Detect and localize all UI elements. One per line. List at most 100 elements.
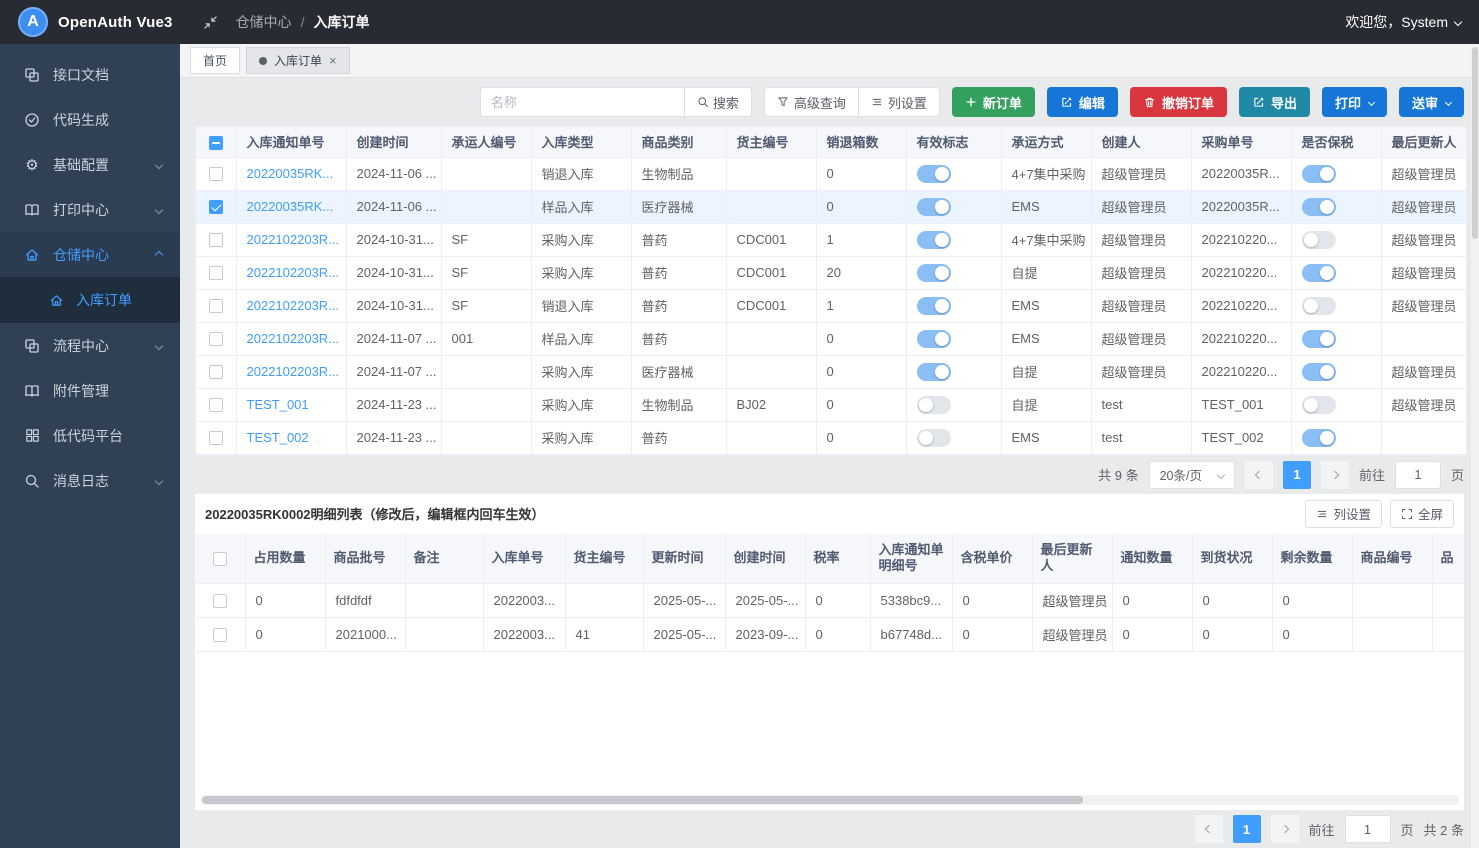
cell-remark bbox=[405, 618, 483, 652]
fullscreen-button[interactable]: 全屏 bbox=[1390, 500, 1454, 528]
cell-notice_no: 2022102203R... bbox=[236, 256, 346, 289]
sidebar-item-api-docs[interactable]: 接口文档 bbox=[0, 52, 180, 97]
search-input[interactable] bbox=[480, 87, 685, 117]
next-page-button[interactable] bbox=[1321, 461, 1349, 489]
grid-icon bbox=[22, 428, 42, 443]
sidebar-item-label: 仓储中心 bbox=[53, 245, 109, 265]
edit-button[interactable]: 编辑 bbox=[1047, 87, 1118, 117]
cell-notice_no: 20220035RK... bbox=[236, 157, 346, 190]
collapse-sidebar-icon[interactable] bbox=[203, 15, 218, 30]
prev-page-button[interactable] bbox=[1245, 461, 1273, 489]
order-number-link[interactable]: 20220035RK... bbox=[247, 199, 334, 214]
order-number-link[interactable]: 20220035RK... bbox=[247, 166, 334, 181]
chevron-down-icon bbox=[155, 160, 163, 168]
search-icon bbox=[22, 473, 42, 489]
print-dropdown-button[interactable]: 打印 bbox=[1322, 87, 1387, 117]
sidebar-item-message-log[interactable]: 消息日志 bbox=[0, 458, 180, 503]
bonded-toggle[interactable] bbox=[1302, 198, 1336, 216]
select-all-checkbox[interactable] bbox=[209, 136, 223, 150]
search-button[interactable]: 搜索 bbox=[684, 87, 752, 117]
approve-dropdown-button[interactable]: 送审 bbox=[1399, 87, 1464, 117]
row-checkbox[interactable] bbox=[209, 365, 223, 379]
valid-toggle[interactable] bbox=[917, 396, 951, 414]
bonded-toggle[interactable] bbox=[1302, 297, 1336, 315]
bonded-toggle[interactable] bbox=[1302, 165, 1336, 183]
detail-pagination: 1 前往 页 共 2 条 bbox=[180, 810, 1479, 848]
bonded-toggle[interactable] bbox=[1302, 330, 1336, 348]
bonded-toggle[interactable] bbox=[1302, 264, 1336, 282]
page-number-button[interactable]: 1 bbox=[1283, 461, 1311, 489]
cell-owner_no: CDC001 bbox=[726, 223, 816, 256]
detail-goto-page-input[interactable] bbox=[1345, 815, 1391, 843]
book-icon bbox=[22, 202, 42, 218]
sidebar-item-inbound-orders[interactable]: 入库订单 bbox=[0, 277, 180, 323]
cell-bonded bbox=[1291, 322, 1381, 355]
column-header: 承运人编号 bbox=[441, 127, 531, 157]
breadcrumb-parent[interactable]: 仓储中心 bbox=[236, 12, 292, 32]
sidebar-item-attachments[interactable]: 附件管理 bbox=[0, 368, 180, 413]
filter-group: 高级查询 列设置 bbox=[764, 87, 940, 117]
row-checkbox[interactable] bbox=[213, 594, 227, 608]
order-number-link[interactable]: TEST_002 bbox=[247, 430, 309, 445]
close-icon[interactable]: × bbox=[329, 54, 337, 67]
bonded-toggle[interactable] bbox=[1302, 396, 1336, 414]
sidebar-item-code-gen[interactable]: 代码生成 bbox=[0, 97, 180, 142]
valid-toggle[interactable] bbox=[917, 429, 951, 447]
vertical-scrollbar-thumb[interactable] bbox=[1472, 47, 1478, 239]
cell-creator: 超级管理员 bbox=[1091, 289, 1191, 322]
row-checkbox[interactable] bbox=[209, 332, 223, 346]
row-checkbox[interactable] bbox=[209, 233, 223, 247]
cell-valid bbox=[906, 190, 1001, 223]
bonded-toggle[interactable] bbox=[1302, 429, 1336, 447]
row-checkbox[interactable] bbox=[209, 200, 223, 214]
bonded-toggle[interactable] bbox=[1302, 231, 1336, 249]
order-number-link[interactable]: 2022102203R... bbox=[247, 265, 340, 280]
sidebar-item-lowcode[interactable]: 低代码平台 bbox=[0, 413, 180, 458]
tab-inbound-orders[interactable]: 入库订单 × bbox=[246, 47, 350, 74]
cell-batch_no: fdfdfdf bbox=[325, 584, 405, 618]
bonded-toggle[interactable] bbox=[1302, 363, 1336, 381]
chevron-right-icon bbox=[1331, 470, 1339, 478]
sidebar-item-base-config[interactable]: ⚙ 基础配置 bbox=[0, 142, 180, 187]
column-settings-button[interactable]: 列设置 bbox=[858, 87, 940, 117]
cell-category: 普药 bbox=[631, 256, 726, 289]
select-all-checkbox[interactable] bbox=[213, 552, 227, 566]
valid-toggle[interactable] bbox=[917, 363, 951, 381]
sidebar-item-warehouse-center[interactable]: 仓储中心 bbox=[0, 232, 180, 277]
row-checkbox[interactable] bbox=[209, 431, 223, 445]
row-checkbox[interactable] bbox=[209, 167, 223, 181]
row-checkbox[interactable] bbox=[213, 628, 227, 642]
valid-toggle[interactable] bbox=[917, 231, 951, 249]
detail-next-page-button[interactable] bbox=[1271, 815, 1299, 843]
page-size-select[interactable]: 20条/页 bbox=[1149, 461, 1235, 489]
new-order-button[interactable]: 新订单 bbox=[952, 87, 1035, 117]
valid-toggle[interactable] bbox=[917, 330, 951, 348]
cell-product_name bbox=[1432, 618, 1464, 652]
order-number-link[interactable]: TEST_001 bbox=[247, 397, 309, 412]
row-checkbox[interactable] bbox=[209, 299, 223, 313]
goto-page-input[interactable] bbox=[1395, 461, 1441, 489]
chevron-down-icon bbox=[1217, 470, 1225, 478]
order-number-link[interactable]: 2022102203R... bbox=[247, 232, 340, 247]
row-checkbox[interactable] bbox=[209, 266, 223, 280]
order-number-link[interactable]: 2022102203R... bbox=[247, 331, 340, 346]
valid-toggle[interactable] bbox=[917, 198, 951, 216]
order-number-link[interactable]: 2022102203R... bbox=[247, 364, 340, 379]
cell-inbound_type: 样品入库 bbox=[531, 190, 631, 223]
row-checkbox[interactable] bbox=[209, 398, 223, 412]
horizontal-scrollbar-thumb[interactable] bbox=[202, 796, 1083, 804]
order-number-link[interactable]: 2022102203R... bbox=[247, 298, 340, 313]
valid-toggle[interactable] bbox=[917, 165, 951, 183]
tab-home[interactable]: 首页 bbox=[190, 47, 240, 74]
export-button[interactable]: 导出 bbox=[1239, 87, 1310, 117]
sidebar-item-print-center[interactable]: 打印中心 bbox=[0, 187, 180, 232]
sidebar-item-flow-center[interactable]: 流程中心 bbox=[0, 323, 180, 368]
detail-page-number-button[interactable]: 1 bbox=[1233, 815, 1261, 843]
advanced-query-button[interactable]: 高级查询 bbox=[764, 87, 859, 117]
detail-column-settings-button[interactable]: 列设置 bbox=[1305, 500, 1382, 528]
user-menu[interactable]: 欢迎您，System bbox=[1345, 12, 1461, 32]
valid-toggle[interactable] bbox=[917, 264, 951, 282]
cancel-order-button[interactable]: 撤销订单 bbox=[1130, 87, 1227, 117]
valid-toggle[interactable] bbox=[917, 297, 951, 315]
detail-prev-page-button[interactable] bbox=[1195, 815, 1223, 843]
